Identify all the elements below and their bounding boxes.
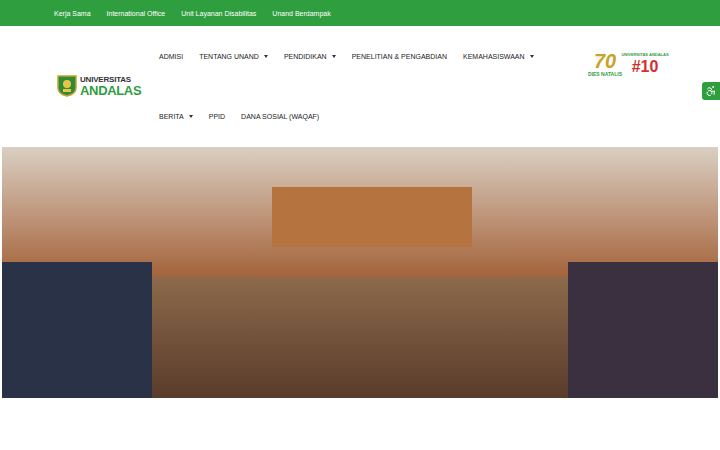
top-bar-link[interactable]: Kerja Sama (54, 10, 91, 17)
top-bar-link[interactable]: Unand Berdampak (272, 10, 330, 17)
rank-badge: UNIVERSITAS ANDALAS#10 (625, 51, 665, 75)
nav-item[interactable]: ADMISI (159, 53, 183, 60)
top-bar-link[interactable]: Unit Layanan Disabilitas (181, 10, 256, 17)
accessibility-button[interactable] (702, 82, 720, 100)
dropdown-caret-icon (332, 55, 336, 58)
logo-line2: ANDALAS (80, 84, 141, 97)
dropdown-caret-icon (189, 115, 193, 118)
logo[interactable]: UNIVERSITASANDALAS (57, 75, 159, 97)
nav-item[interactable]: TENTANG UNAND (199, 53, 268, 60)
top-bar-link[interactable]: International Office (107, 10, 166, 17)
accessibility-icon (705, 85, 717, 97)
nav-item[interactable]: PPID (209, 113, 225, 120)
nav-row: ADMISI TENTANG UNAND PENDIDIKAN PENELITIAN … (159, 51, 579, 61)
nav-row: BERITA PPID DANA SOSIAL (WAQAF) (159, 111, 579, 121)
nav-item[interactable]: KEMAHASISWAAN (463, 53, 534, 60)
nav-item[interactable]: PENELITIAN & PENGABDIAN (352, 53, 447, 60)
nav-item[interactable]: BERITA (159, 113, 193, 120)
top-bar: Kerja Sama International Office Unit Layan… (0, 0, 720, 26)
dropdown-caret-icon (264, 55, 268, 58)
hero-photo (2, 147, 718, 398)
header: UNIVERSITASANDALAS ADMISI TENTANG UNAND PEN… (0, 26, 720, 147)
university-emblem-icon (57, 75, 77, 97)
nav-item[interactable]: DANA SOSIAL (WAQAF) (241, 113, 319, 120)
main-nav: ADMISI TENTANG UNAND PENDIDIKAN PENELITIAN … (159, 51, 579, 121)
logo-line1: UNIVERSITAS (80, 76, 141, 84)
badges: 70DIES NATALISUNIVERSITAS ANDALAS#10 (589, 51, 665, 77)
nav-item[interactable]: PENDIDIKAN (284, 53, 336, 60)
page: Kerja Sama International Office Unit Layan… (0, 0, 720, 450)
dropdown-caret-icon (530, 55, 534, 58)
anniversary-badge: 70DIES NATALIS (589, 51, 621, 77)
